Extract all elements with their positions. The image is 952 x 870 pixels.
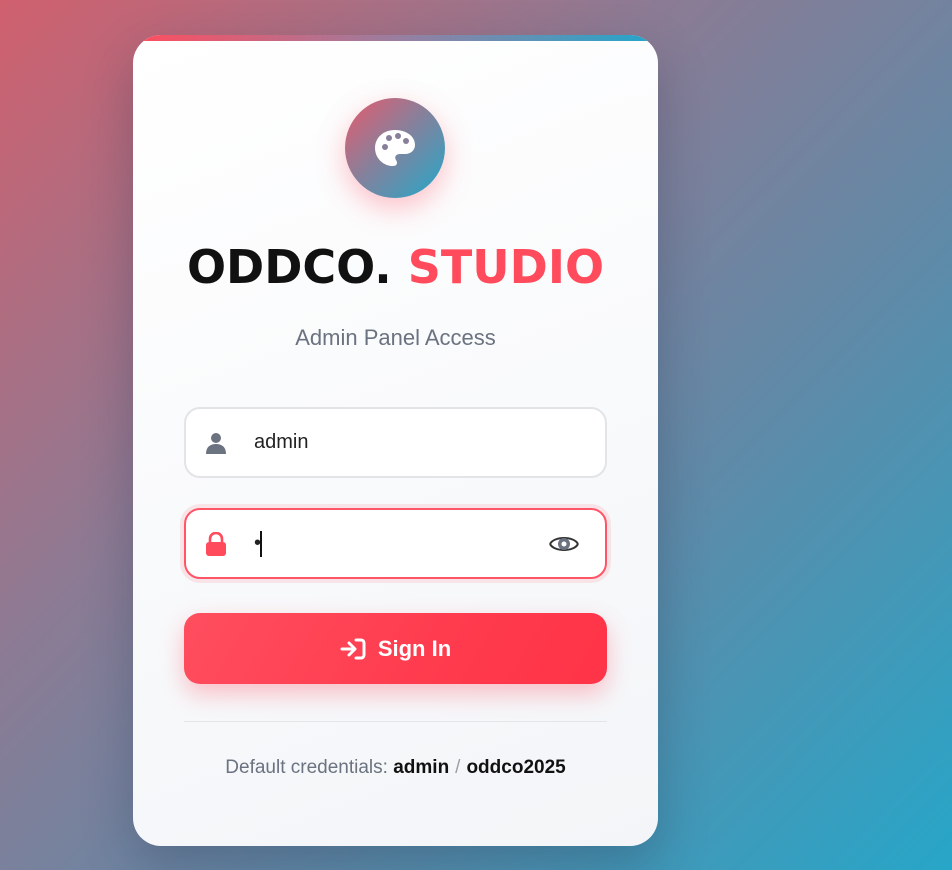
username-value[interactable]: admin (254, 431, 308, 454)
credentials-password: oddco2025 (466, 757, 566, 778)
default-credentials-note: Default credentials: admin / oddco2025 (133, 757, 658, 779)
sign-in-icon (340, 638, 366, 659)
password-field[interactable]: • (184, 508, 607, 579)
eye-icon[interactable] (549, 532, 579, 556)
credentials-separator: / (455, 757, 461, 778)
divider (184, 721, 607, 722)
sign-in-button[interactable]: Sign In (184, 613, 607, 684)
credentials-label: Default credentials: (225, 757, 388, 778)
brand-name-primary: ODDCO. (186, 240, 392, 294)
page-subtitle: Admin Panel Access (295, 325, 496, 350)
user-icon (206, 433, 226, 454)
sign-in-label: Sign In (377, 635, 452, 661)
text-caret (260, 531, 262, 557)
brand-title: ODDCO. STUDIO (133, 240, 658, 294)
lock-icon (206, 532, 226, 556)
palette-icon (375, 130, 415, 166)
credentials-username: admin (393, 757, 450, 778)
card-accent-bar (133, 35, 658, 41)
username-field[interactable]: admin (184, 407, 607, 478)
logo-badge (345, 98, 445, 198)
login-card: ODDCO. STUDIO Admin Panel Access admin • (133, 35, 658, 846)
brand-name-accent: STUDIO (407, 240, 605, 294)
